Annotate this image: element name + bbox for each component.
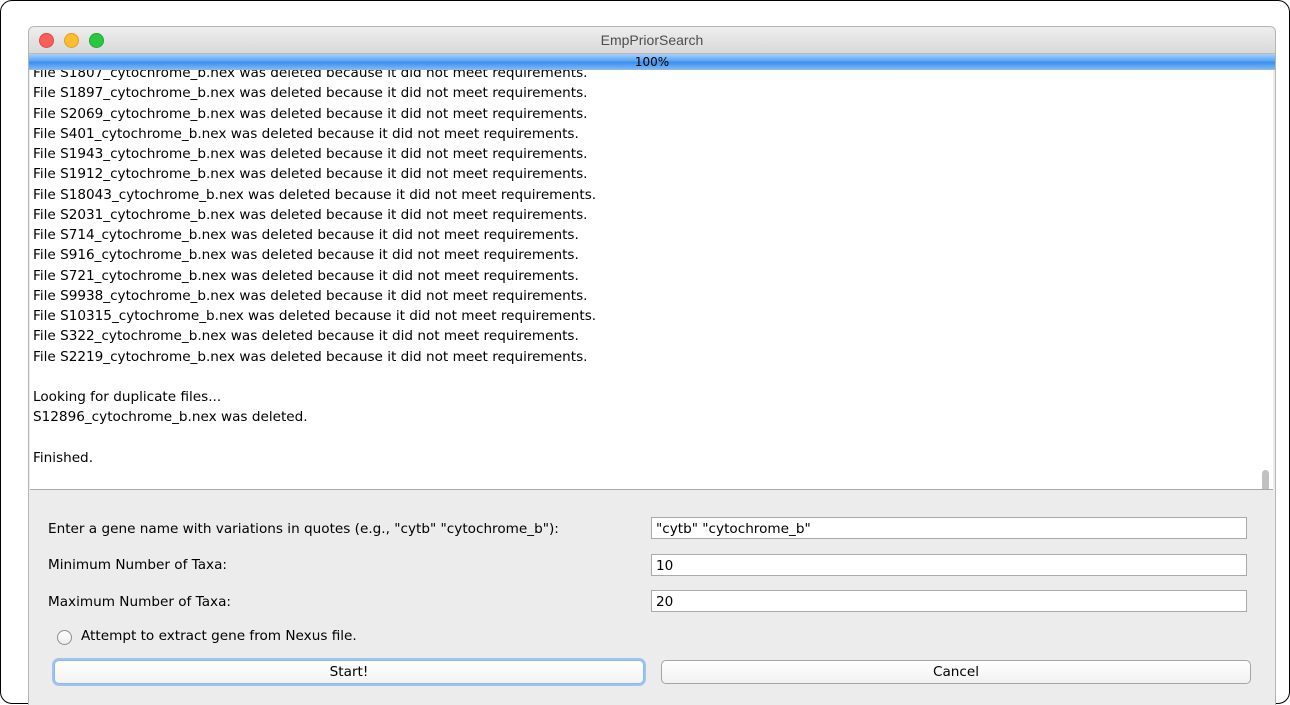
- log-line: File S322_cytochrome_b.nex was deleted b…: [33, 328, 579, 345]
- log-line: File S2069_cytochrome_b.nex was deleted …: [33, 105, 588, 122]
- log-line: File S916_cytochrome_b.nex was deleted b…: [33, 247, 579, 264]
- window-title: EmpPriorSearch: [600, 32, 704, 48]
- log-scrollbar-thumb[interactable]: [1262, 470, 1269, 489]
- progress-bar: 100%: [29, 54, 1275, 70]
- extract-gene-radio[interactable]: [57, 630, 72, 645]
- app-window: EmpPriorSearch 100% File S1807_cytochrom…: [28, 26, 1276, 705]
- extract-gene-label[interactable]: Attempt to extract gene from Nexus file.: [81, 628, 357, 644]
- title-bar[interactable]: EmpPriorSearch: [29, 27, 1275, 54]
- log-line: Finished.: [33, 449, 94, 466]
- gene-name-input[interactable]: [651, 517, 1247, 539]
- log-line: File S1943_cytochrome_b.nex was deleted …: [33, 146, 588, 162]
- log-line: Looking for duplicate files...: [33, 389, 222, 405]
- log-line: S12896_cytochrome_b.nex was deleted.: [33, 409, 308, 426]
- log-line: File S2031_cytochrome_b.nex was deleted …: [33, 206, 588, 223]
- cancel-button[interactable]: Cancel: [661, 660, 1251, 684]
- log-line: File S1807_cytochrome_b.nex was deleted …: [33, 70, 588, 81]
- max-taxa-label: Maximum Number of Taxa:: [48, 594, 231, 610]
- log-line: File S2219_cytochrome_b.nex was deleted …: [33, 348, 588, 365]
- max-taxa-input[interactable]: [651, 590, 1247, 612]
- log-line: File S714_cytochrome_b.nex was deleted b…: [33, 227, 579, 243]
- gene-name-label: Enter a gene name with variations in quo…: [48, 521, 559, 537]
- log-line: File S9938_cytochrome_b.nex was deleted …: [33, 287, 588, 304]
- log-lines: File S1807_cytochrome_b.nex was deleted …: [33, 70, 596, 468]
- log-line: File S10315_cytochrome_b.nex was deleted…: [33, 308, 597, 324]
- log-line: File S18043_cytochrome_b.nex was deleted…: [33, 186, 597, 203]
- log-output-area[interactable]: File S1807_cytochrome_b.nex was deleted …: [30, 70, 1273, 490]
- log-line: File S401_cytochrome_b.nex was deleted b…: [33, 125, 579, 142]
- log-line: File S721_cytochrome_b.nex was deleted b…: [33, 267, 579, 284]
- log-line: File S1912_cytochrome_b.nex was deleted …: [33, 166, 588, 183]
- log-line: File S1897_cytochrome_b.nex was deleted …: [33, 85, 588, 102]
- progress-label: 100%: [634, 55, 670, 69]
- min-taxa-label: Minimum Number of Taxa:: [48, 557, 228, 573]
- start-button[interactable]: Start!: [54, 660, 644, 684]
- min-taxa-input[interactable]: [651, 554, 1247, 576]
